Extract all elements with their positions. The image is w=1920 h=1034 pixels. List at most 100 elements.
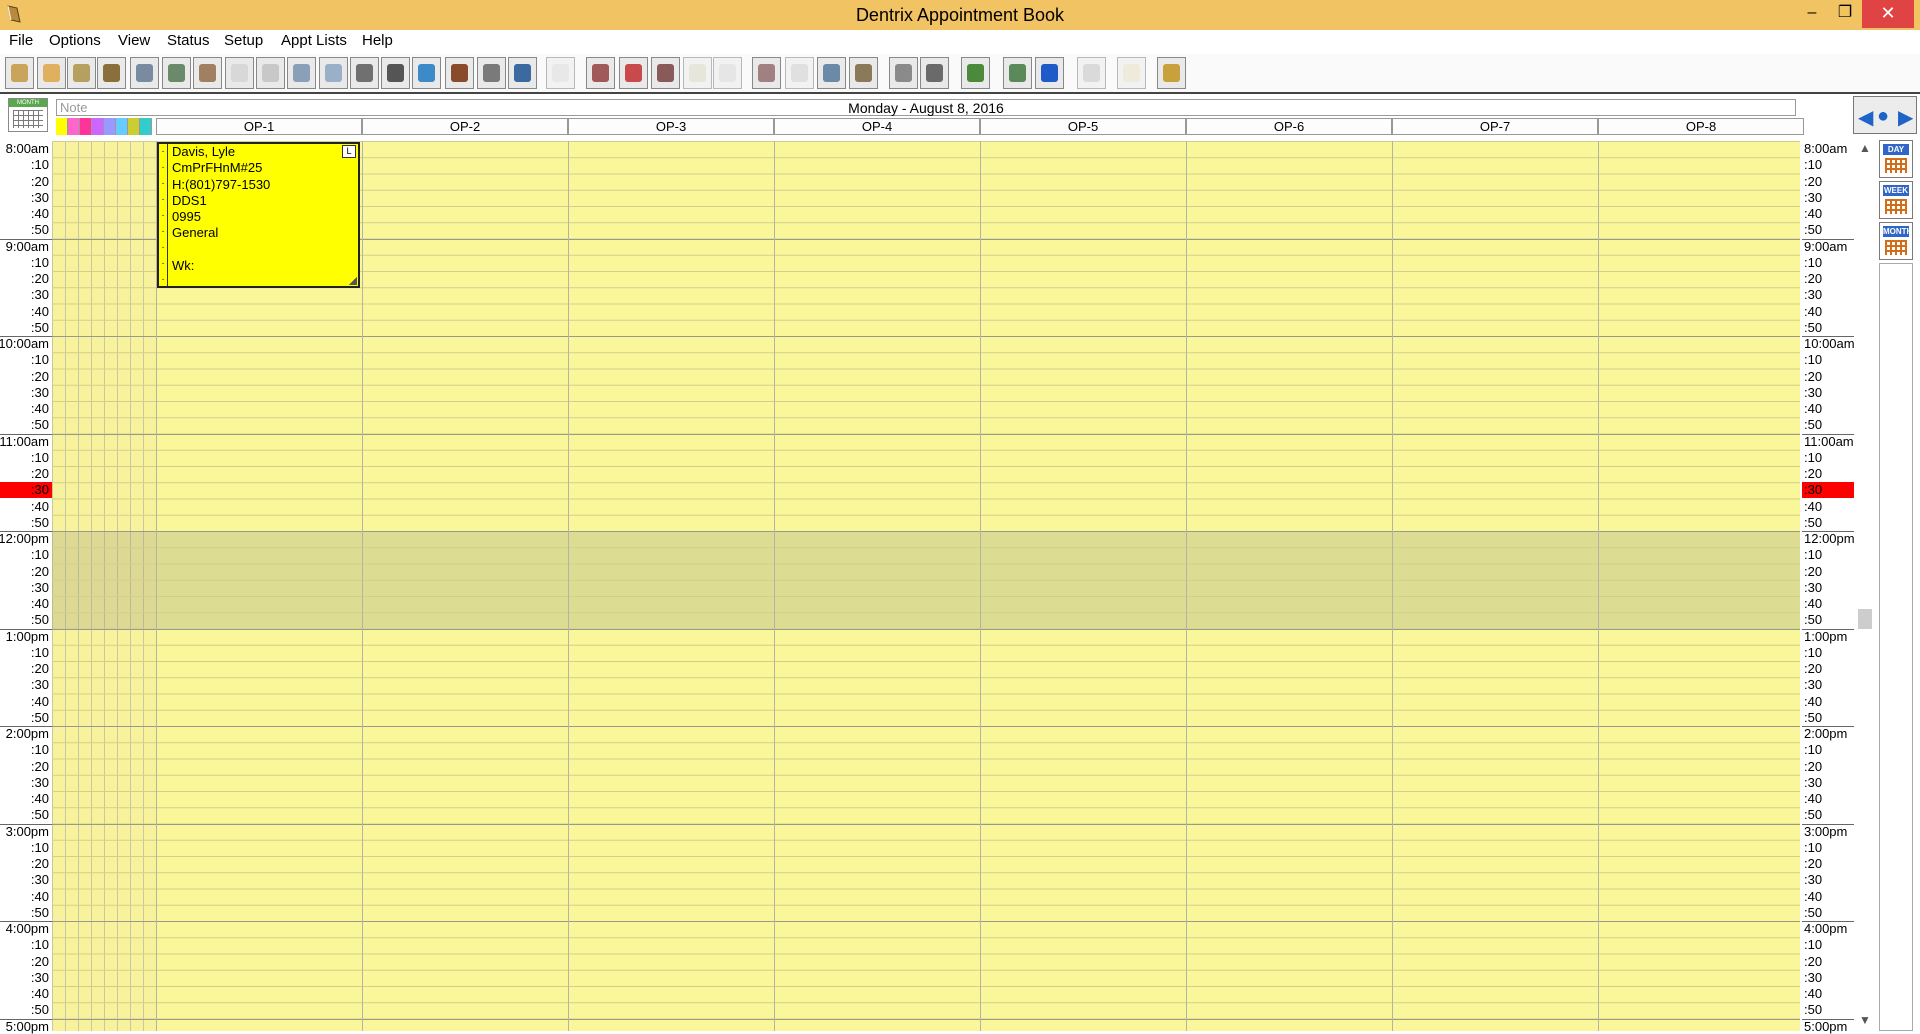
check-button[interactable] — [713, 57, 742, 89]
schedule-grid[interactable]: · · · · · · · · · Davis, Lyle CmPrFHnM#25 H:(801)7… — [52, 141, 1800, 1031]
day-view-button[interactable]: DAY — [1879, 140, 1913, 178]
vertical-scrollbar[interactable]: ▲ ▼ — [1856, 141, 1874, 1031]
time-label: :50 — [30, 709, 49, 725]
op-header-op-3[interactable]: OP-3 — [568, 118, 774, 135]
week-view-button[interactable]: WEEK — [1879, 181, 1913, 219]
clinical-notes-button[interactable] — [445, 57, 474, 89]
glasses-button[interactable] — [1003, 57, 1032, 89]
time-label: :50 — [30, 1002, 49, 1018]
appointment-line: General — [172, 225, 219, 241]
scroll-thumb[interactable] — [1858, 609, 1872, 629]
provider-swatch[interactable] — [140, 118, 152, 135]
treatment-planner-button[interactable] — [162, 57, 191, 89]
op-header-op-5[interactable]: OP-5 — [980, 118, 1186, 135]
close-button[interactable]: ✕ — [1862, 0, 1914, 28]
document-center-button[interactable] — [350, 57, 379, 89]
resize-grip-icon[interactable] — [349, 277, 357, 285]
info-button[interactable] — [889, 57, 918, 89]
email-button[interactable] — [319, 57, 348, 89]
image-button[interactable] — [477, 57, 506, 89]
menu-status[interactable]: Status — [167, 32, 210, 49]
blank-button[interactable] — [546, 57, 575, 89]
month-view-button[interactable]: MONTH — [1879, 222, 1913, 260]
patient-portrait-button[interactable] — [817, 57, 846, 89]
time-label: :10 — [30, 547, 49, 563]
month-calendar-button[interactable]: MONTH — [8, 98, 48, 132]
scroll-up-icon[interactable]: ▲ — [1856, 141, 1874, 155]
hour-separator — [1802, 336, 1854, 337]
time-arrows-button[interactable] — [1035, 57, 1064, 89]
patient-info-button[interactable] — [130, 57, 159, 89]
maximize-button[interactable]: ❐ — [1826, 0, 1864, 28]
time-label: :30 — [1804, 384, 1823, 400]
ledger-button[interactable] — [67, 57, 96, 89]
menu-setup[interactable]: Setup — [224, 32, 263, 49]
time-label: :20 — [1804, 953, 1823, 969]
op-header-op-2[interactable]: OP-2 — [362, 118, 568, 135]
ledger-icon — [73, 64, 90, 82]
family-file-button[interactable] — [37, 57, 66, 89]
tooth-button[interactable] — [1077, 57, 1106, 89]
time-label: 3:00pm — [5, 823, 49, 839]
op-header-op-8[interactable]: OP-8 — [1598, 118, 1804, 135]
provider-swatch[interactable] — [116, 118, 128, 135]
month-view-label: MONTH — [1883, 226, 1913, 237]
next-day-icon[interactable]: ▶ — [1898, 105, 1913, 130]
provider-swatch[interactable] — [56, 118, 68, 135]
prev-day-icon[interactable]: ◀ — [1858, 105, 1873, 130]
menu-file[interactable]: File — [9, 32, 33, 49]
time-label: :50 — [30, 319, 49, 335]
hand-button[interactable] — [1117, 57, 1146, 89]
op-header-op-1[interactable]: OP-1 — [156, 118, 362, 135]
op-header-op-7[interactable]: OP-7 — [1392, 118, 1598, 135]
menu-help[interactable]: Help — [362, 32, 393, 49]
appointment-flag-icon[interactable]: L — [342, 145, 356, 158]
appointment-book: MONTH Note Monday - August 8, 2016 OP-1 O… — [0, 96, 1920, 1034]
appointment-block[interactable]: · · · · · · · · · Davis, Lyle CmPrFHnM#25 H:(801)7… — [157, 142, 360, 288]
time-label: :40 — [30, 791, 49, 806]
time-label: :10 — [30, 644, 49, 660]
time-label: :20 — [30, 466, 49, 481]
sidebar-button[interactable] — [1157, 57, 1186, 89]
print-button[interactable] — [752, 57, 781, 89]
menu-options[interactable]: Options — [49, 32, 101, 49]
family-portrait-button[interactable] — [849, 57, 878, 89]
rx-button[interactable] — [381, 57, 410, 89]
provider-swatch[interactable] — [128, 118, 140, 135]
appointment-line: Wk: — [172, 257, 195, 273]
continuing-care-button[interactable] — [287, 57, 316, 89]
waves-button[interactable] — [683, 57, 712, 89]
hour-gridline — [52, 726, 1800, 727]
time-label: :20 — [1804, 758, 1823, 774]
provider-swatch[interactable] — [80, 118, 92, 135]
find-new-appt-button[interactable] — [651, 57, 680, 89]
time-label: :30 — [30, 774, 49, 790]
schedule-appt-button[interactable] — [586, 57, 615, 89]
eraser-button[interactable] — [225, 57, 254, 89]
mail-button[interactable] — [508, 57, 537, 89]
notes-button[interactable] — [256, 57, 285, 89]
delete-button[interactable] — [920, 57, 949, 89]
time-label: :10 — [1804, 352, 1823, 368]
perio-button[interactable] — [412, 57, 441, 89]
op-header-op-6[interactable]: OP-6 — [1186, 118, 1392, 135]
today-icon[interactable]: ● — [1877, 105, 1889, 128]
chart-button[interactable] — [97, 57, 126, 89]
hour-separator — [0, 1018, 52, 1020]
print-disabled-button[interactable] — [785, 57, 814, 89]
menu-view[interactable]: View — [118, 32, 150, 49]
find-appt-button[interactable] — [619, 57, 648, 89]
time-label: :30 — [1804, 189, 1823, 205]
quick-letters-button[interactable] — [193, 57, 222, 89]
provider-swatch[interactable] — [104, 118, 116, 135]
time-arrows-icon — [1041, 64, 1058, 82]
scroll-down-icon[interactable]: ▼ — [1856, 1013, 1874, 1027]
payment-button[interactable] — [961, 57, 990, 89]
time-label: :40 — [30, 888, 49, 904]
waves-icon — [689, 64, 706, 82]
op-header-op-4[interactable]: OP-4 — [774, 118, 980, 135]
office-manager-button[interactable] — [5, 57, 34, 89]
provider-swatch[interactable] — [92, 118, 104, 135]
provider-swatch[interactable] — [68, 118, 80, 135]
menu-appt-lists[interactable]: Appt Lists — [281, 32, 347, 49]
